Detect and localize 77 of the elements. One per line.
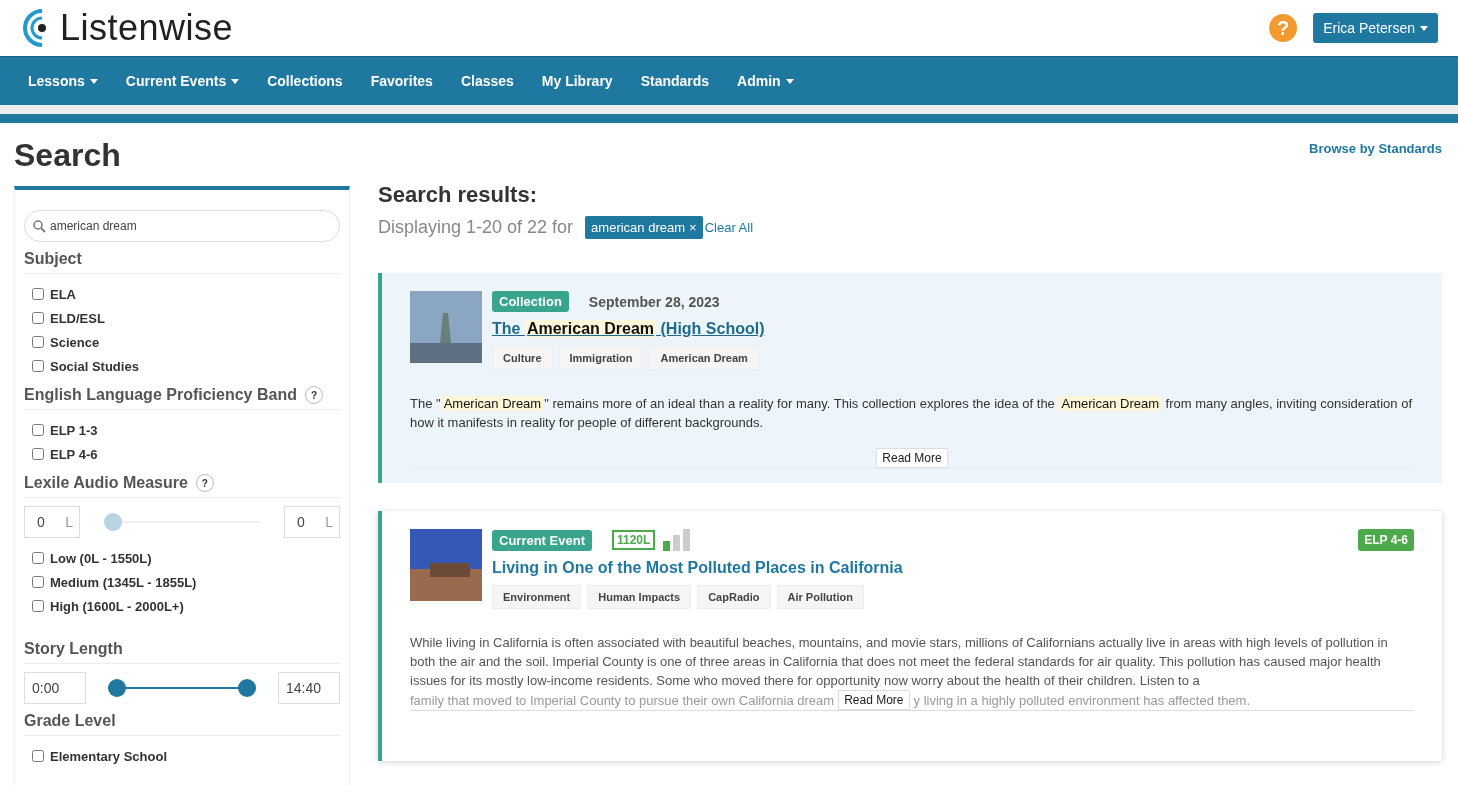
- caret-icon: [785, 78, 794, 84]
- topic-tag[interactable]: Culture: [492, 346, 553, 370]
- filter-heading: Story Length: [24, 640, 123, 658]
- nav-link[interactable]: My Library: [527, 73, 627, 89]
- topic-tag[interactable]: CapRadio: [697, 585, 771, 609]
- results-heading: Search results:: [378, 182, 538, 208]
- checkbox[interactable]: [32, 312, 44, 324]
- filter-heading: Lexile Audio Measure: [24, 474, 188, 492]
- description-text: The "American Dream" remains more of an ideal than a reality for many. This collection explores the idea of the American Dream from many angles, inviting consideration of how it manifests in reality for people of different backgrounds.: [410, 395, 1413, 432]
- filter-heading: Grade Level: [24, 712, 116, 730]
- caret-icon: [1420, 25, 1428, 31]
- photo-placeholder: [410, 529, 482, 601]
- result-title-link[interactable]: The American Dream (High School): [492, 320, 1414, 338]
- browse-by-standards-link[interactable]: Browse by Standards: [1309, 141, 1442, 156]
- caret-icon: [89, 78, 98, 84]
- checkbox[interactable]: [32, 360, 44, 372]
- topic-tag[interactable]: American Dream: [649, 346, 759, 370]
- checkbox-label: ELA: [50, 286, 76, 302]
- topic-tag[interactable]: Immigration: [558, 346, 644, 370]
- checkbox[interactable]: [32, 750, 44, 762]
- logo-text: Listenwise: [60, 7, 234, 49]
- nav-link[interactable]: Favorites: [356, 73, 447, 89]
- nav-link[interactable]: Current Events: [111, 73, 254, 89]
- filter-heading: Subject: [24, 250, 82, 268]
- content-type-badge: Current Event: [492, 529, 592, 551]
- read-more-button[interactable]: Read More: [876, 448, 948, 468]
- max-length-field[interactable]: 14:40: [278, 672, 340, 704]
- nav-link[interactable]: Standards: [626, 73, 724, 89]
- slider-handle[interactable]: [104, 513, 122, 531]
- content-type-badge: Collection: [492, 291, 569, 312]
- level-bars-icon: [663, 529, 692, 551]
- date-label: September 28, 2023: [588, 293, 720, 310]
- topic-tag[interactable]: Air Pollution: [776, 585, 864, 609]
- slider-handle[interactable]: [108, 679, 126, 697]
- checkbox-label: Medium (1345L - 1855L): [50, 574, 197, 590]
- elp-badge: ELP 4-6: [1358, 529, 1414, 551]
- clear-all-link[interactable]: Clear All: [704, 220, 754, 235]
- description-text: y living in a highly polluted environment has affected them.: [913, 692, 1251, 708]
- description-text: While living in California is often associated with beautiful beaches, mountains, and movie stars, millions of Californians actually live in areas with high levels of pollution in both the air and the soil. Imperial County is one of three areas in California that does not meet the federal standards for air quality. This pollution has caused major health issues for its mostly low-income residents. Some who moved there for opportunity now worry about the health of their children. Listen to a: [410, 634, 1389, 690]
- nav-link[interactable]: Classes: [446, 73, 528, 89]
- nav-link[interactable]: Collections: [253, 73, 357, 89]
- checkbox-label: Low (0L - 1550L): [50, 550, 152, 566]
- checkbox[interactable]: [32, 424, 44, 436]
- checkbox-label: Science: [50, 334, 100, 350]
- caret-icon: [231, 78, 240, 84]
- filter-chip[interactable]: american dream ×: [585, 216, 703, 239]
- checkbox-label: Social Studies: [50, 358, 139, 374]
- read-more-button[interactable]: Read More: [838, 690, 910, 710]
- results-summary: Displaying 1-20 of 22 for: [378, 217, 574, 238]
- max-lexile-field[interactable]: 0 L: [284, 506, 340, 538]
- topic-tag[interactable]: Human Impacts: [587, 585, 692, 609]
- checkbox-label: ELP 1-3: [50, 422, 98, 438]
- checkbox[interactable]: [32, 336, 44, 348]
- slider-handle[interactable]: [238, 679, 256, 697]
- checkbox-label: ELP 4-6: [50, 446, 98, 462]
- min-lexile-field[interactable]: 0 L: [24, 506, 80, 538]
- checkbox[interactable]: [32, 576, 44, 588]
- topic-tag[interactable]: Environment: [492, 585, 582, 609]
- search-icon: [33, 219, 46, 233]
- page-title: Search: [14, 137, 122, 172]
- user-menu-button[interactable]: Erica Petersen: [1313, 13, 1438, 43]
- remove-icon[interactable]: ×: [689, 220, 697, 235]
- checkbox[interactable]: [32, 600, 44, 612]
- min-length-field[interactable]: 0:00: [24, 672, 86, 704]
- checkbox[interactable]: [32, 552, 44, 564]
- checkbox[interactable]: [32, 288, 44, 300]
- checkbox[interactable]: [32, 448, 44, 460]
- nav-link[interactable]: Admin: [723, 73, 808, 89]
- nav-link[interactable]: Lessons: [14, 73, 112, 89]
- checkbox-label: ELD/ESL: [50, 310, 105, 326]
- filter-heading: English Language Proficiency Band: [24, 386, 297, 404]
- result-title-link[interactable]: Living in One of the Most Polluted Places in California: [492, 559, 1414, 577]
- checkbox-label: High (1600L - 2000L+): [50, 598, 184, 614]
- photo-placeholder: [410, 291, 482, 363]
- lexile-badge: 1120L: [611, 530, 656, 550]
- description-text: family that moved to Imperial County to pursue their own California dream: [410, 692, 835, 708]
- checkbox-label: Elementary School: [50, 748, 168, 764]
